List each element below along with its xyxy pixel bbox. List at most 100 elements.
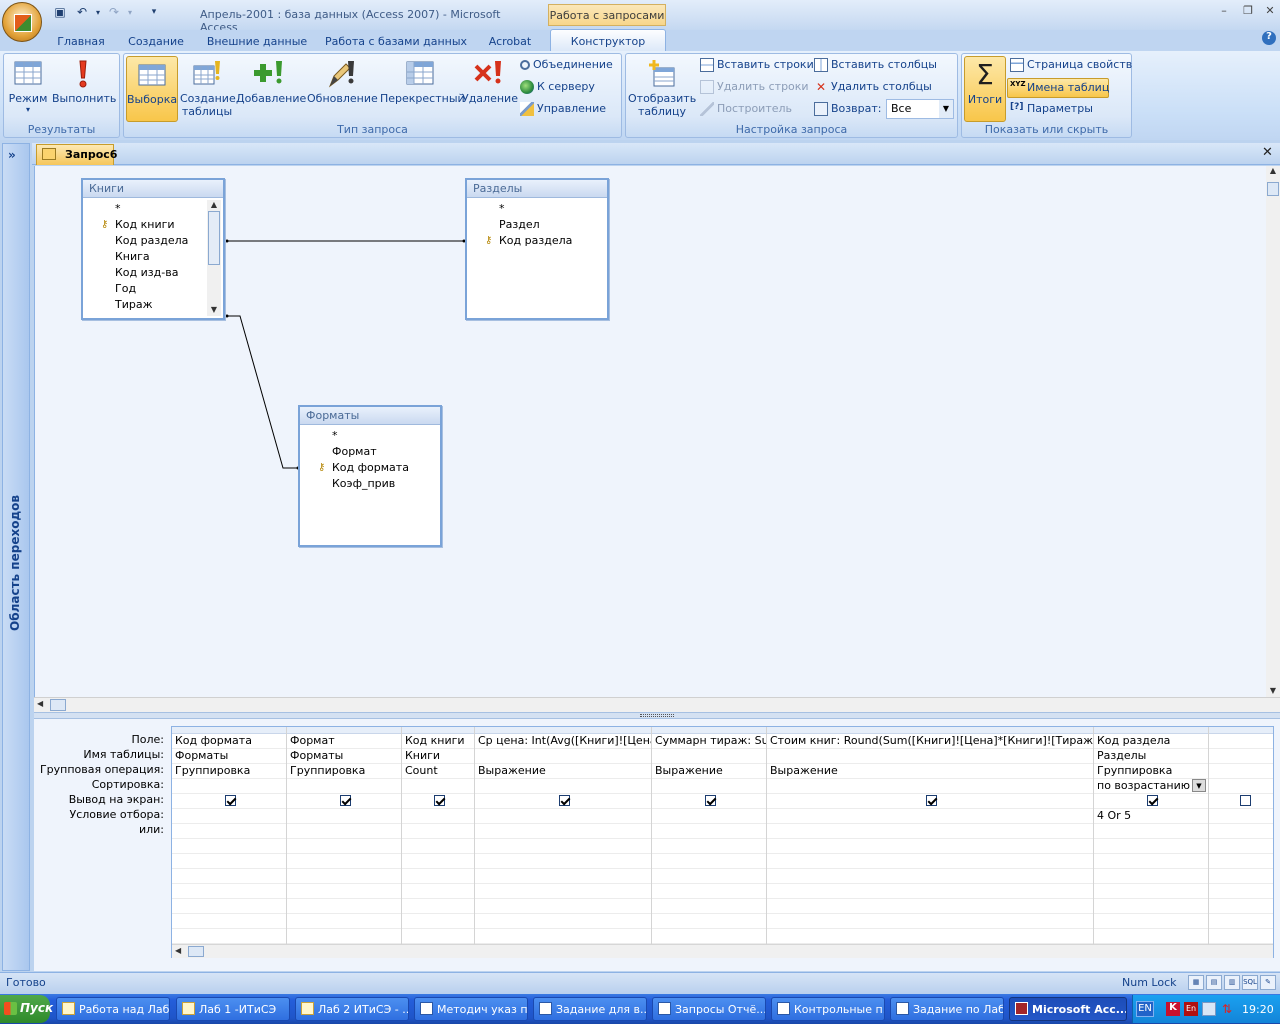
scroll-up-icon[interactable]: ▲ <box>1266 166 1280 175</box>
grid-cell-or[interactable] <box>287 839 401 854</box>
grid-cell-or[interactable] <box>287 869 401 884</box>
grid-cell-sort[interactable] <box>767 779 1093 794</box>
chevron-down-icon[interactable]: ▼ <box>1192 779 1206 792</box>
grid-cell-criteria[interactable] <box>1209 809 1273 824</box>
field-item[interactable]: Тираж <box>83 298 223 314</box>
scroll-thumb[interactable] <box>1267 182 1279 196</box>
grid-cell-or[interactable] <box>1209 929 1273 944</box>
grid-cell-or[interactable] <box>475 839 651 854</box>
show-checkbox[interactable] <box>1239 795 1251 806</box>
scroll-left-icon[interactable]: ◀ <box>175 946 181 955</box>
grid-cell-or[interactable] <box>1209 854 1273 869</box>
grid-cell-total[interactable]: Группировка <box>287 764 401 779</box>
scroll-up-icon[interactable]: ▲ <box>207 200 221 209</box>
grid-cell-table[interactable] <box>475 749 651 764</box>
grid-column[interactable]: Стоим книг: Round(Sum([Книги]![Цена]*[Кн… <box>767 727 1094 945</box>
grid-cell-field[interactable]: Стоим книг: Round(Sum([Книги]![Цена]*[Кн… <box>767 734 1093 749</box>
grid-cell-total[interactable]: Группировка <box>1094 764 1208 779</box>
grid-cell-criteria[interactable] <box>475 809 651 824</box>
grid-cell-or[interactable] <box>1209 839 1273 854</box>
grid-cell-or[interactable] <box>652 899 766 914</box>
safely-remove-icon[interactable]: ⇅ <box>1220 1002 1234 1016</box>
grid-cell-or[interactable] <box>767 929 1093 944</box>
show-checkbox[interactable] <box>1147 795 1158 806</box>
pivot-table-icon[interactable]: ▤ <box>1206 975 1222 990</box>
grid-cell-or[interactable] <box>475 914 651 929</box>
field-item[interactable]: ⚷ Код раздела <box>467 234 607 250</box>
grid-cell-table[interactable] <box>1209 749 1273 764</box>
show-checkbox[interactable] <box>225 795 236 806</box>
grid-cell-or[interactable] <box>1209 884 1273 899</box>
taskbar-item[interactable]: Контрольные п... <box>771 997 885 1021</box>
grid-cell-or[interactable] <box>767 869 1093 884</box>
grid-cell-or[interactable] <box>652 914 766 929</box>
show-checkbox[interactable] <box>559 795 570 806</box>
grid-cell-or[interactable] <box>172 839 286 854</box>
column-selector[interactable] <box>1094 727 1208 734</box>
show-checkbox[interactable] <box>926 795 937 806</box>
grid-cell-or[interactable] <box>475 884 651 899</box>
field-item[interactable]: * <box>83 202 223 218</box>
grid-cell-total[interactable]: Count <box>402 764 474 779</box>
taskbar-item[interactable]: Лаб 1 -ИТиСЭ <box>176 997 290 1021</box>
grid-cell-or[interactable] <box>652 929 766 944</box>
grid-cell-or[interactable] <box>652 884 766 899</box>
grid-column[interactable]: Код книги Книги Count <box>402 727 475 945</box>
grid-cell-or[interactable] <box>287 899 401 914</box>
grid-cell-or[interactable] <box>287 854 401 869</box>
taskbar-item-active[interactable]: Microsoft Acc... <box>1009 997 1127 1021</box>
grid-cell-field[interactable]: Код раздела <box>1094 734 1208 749</box>
grid-cell-field[interactable]: Код формата <box>172 734 286 749</box>
scroll-down-icon[interactable]: ▼ <box>1266 686 1280 695</box>
scroll-thumb[interactable] <box>188 946 204 957</box>
grid-cell-or[interactable] <box>1209 914 1273 929</box>
grid-column[interactable]: Суммарн тираж: Sum Выражение <box>652 727 767 945</box>
keyboard-layout-icon[interactable]: En <box>1184 1002 1198 1016</box>
grid-cell-or[interactable] <box>402 929 474 944</box>
sql-view-button[interactable]: SQL <box>1242 975 1258 990</box>
grid-cell-or[interactable] <box>652 839 766 854</box>
grid-cell-or[interactable] <box>402 839 474 854</box>
scroll-left-icon[interactable]: ◀ <box>37 699 43 708</box>
grid-cell-or[interactable] <box>1094 869 1208 884</box>
grid-cell-or[interactable] <box>1094 839 1208 854</box>
grid-cell-or[interactable] <box>475 869 651 884</box>
design-vertical-scrollbar[interactable]: ▲ ▼ <box>1266 166 1280 697</box>
grid-cell-or[interactable] <box>402 884 474 899</box>
grid-cell-or[interactable] <box>475 899 651 914</box>
grid-cell-or[interactable] <box>172 914 286 929</box>
grid-cell-criteria[interactable]: 4 Or 5 <box>1094 809 1208 824</box>
grid-cell-or[interactable] <box>1094 899 1208 914</box>
query-design-grid[interactable]: Код формата Форматы Группировка Формат Форма… <box>171 726 1274 958</box>
grid-cell-or[interactable] <box>652 869 766 884</box>
office-button[interactable] <box>2 2 42 42</box>
grid-cell-field[interactable]: Формат <box>287 734 401 749</box>
grid-cell-total[interactable]: Группировка <box>172 764 286 779</box>
column-selector[interactable] <box>767 727 1093 734</box>
grid-cell-or[interactable] <box>767 854 1093 869</box>
grid-cell-criteria[interactable] <box>767 809 1093 824</box>
column-selector[interactable] <box>475 727 651 734</box>
datasheet-view-icon[interactable]: ▦ <box>1188 975 1204 990</box>
grid-cell-or[interactable] <box>402 869 474 884</box>
table-formats[interactable]: Форматы * Формат ⚷ Код формата Коэф_прив <box>298 405 442 547</box>
column-selector[interactable] <box>402 727 474 734</box>
table-sections-title[interactable]: Разделы <box>467 180 607 198</box>
grid-cell-table[interactable]: Форматы <box>172 749 286 764</box>
design-view-icon[interactable]: ✎ <box>1260 975 1276 990</box>
field-item[interactable]: Код раздела <box>83 234 223 250</box>
grid-cell-or[interactable] <box>172 884 286 899</box>
grid-column[interactable] <box>1209 727 1273 945</box>
field-item[interactable]: * <box>467 202 607 218</box>
grid-cell-criteria[interactable] <box>287 809 401 824</box>
field-item[interactable]: Книга <box>83 250 223 266</box>
grid-cell-sort[interactable] <box>1209 779 1273 794</box>
grid-cell-or[interactable] <box>287 929 401 944</box>
grid-cell-field[interactable]: Суммарн тираж: Sum <box>652 734 766 749</box>
grid-cell-sort[interactable] <box>402 779 474 794</box>
grid-cell-sort[interactable] <box>172 779 286 794</box>
grid-cell-or[interactable] <box>1094 929 1208 944</box>
table-books-title[interactable]: Книги <box>83 180 223 198</box>
grid-cell-or[interactable] <box>402 824 474 839</box>
taskbar-item[interactable]: Задание для в... <box>533 997 647 1021</box>
